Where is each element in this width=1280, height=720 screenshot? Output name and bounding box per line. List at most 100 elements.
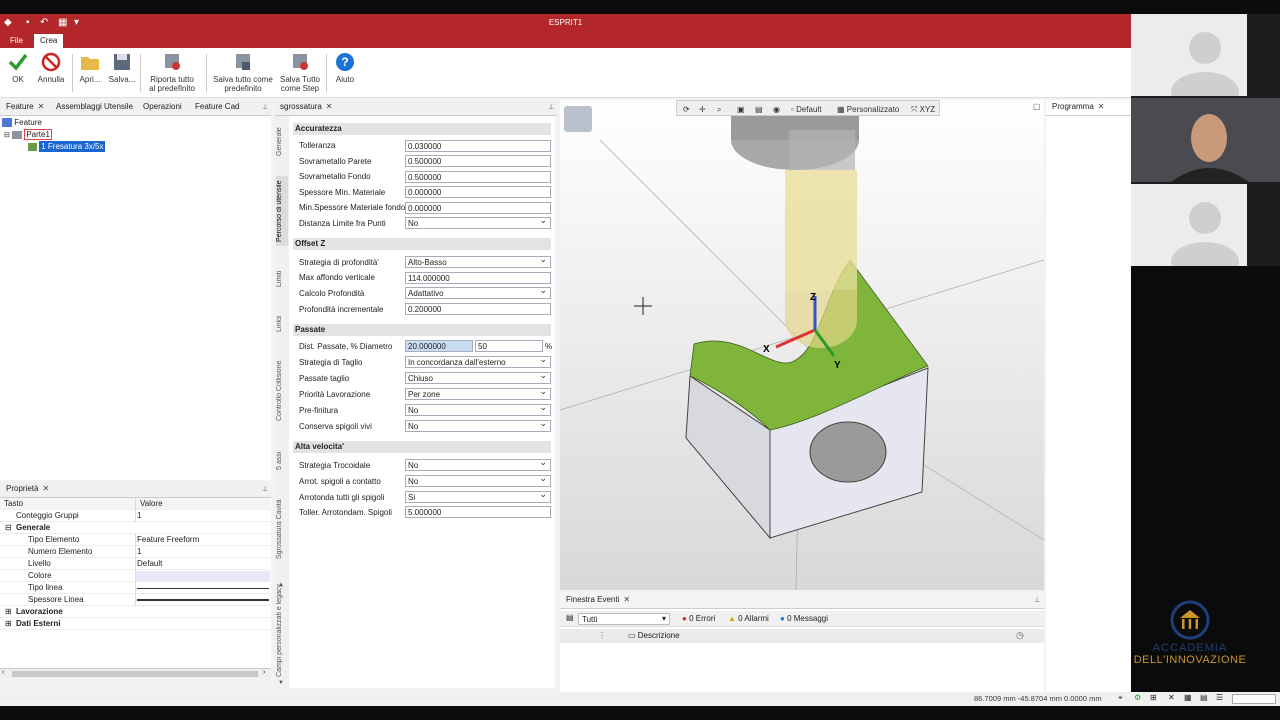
- vtab-5assi[interactable]: 5 assi: [276, 448, 288, 474]
- xyz-button[interactable]: ⤧ XYZ: [911, 105, 935, 115]
- tab-sgrossatura[interactable]: sgrossatura ✕: [280, 102, 333, 111]
- 3d-viewport[interactable]: X Y Z ⟳ ✛ ⌕ ▣ ▤ ◉ ▫ Default ▦ Personaliz…: [560, 100, 1044, 590]
- tolleranza-input[interactable]: 0.030000: [405, 140, 551, 152]
- prop-group[interactable]: ⊞ Lavorazione: [0, 606, 270, 618]
- scroll-down-icon[interactable]: ▼: [278, 680, 284, 686]
- errors-button[interactable]: ● 0 Errori: [682, 614, 715, 623]
- annulla-button[interactable]: Annulla: [36, 52, 66, 84]
- prop-row[interactable]: Conteggio Gruppi 1: [0, 510, 270, 522]
- collapse-icon[interactable]: ⊟: [5, 523, 12, 532]
- collapse-icon[interactable]: ⊟: [4, 132, 10, 139]
- scroll-left-icon[interactable]: ‹: [2, 669, 4, 676]
- tab-operazioni[interactable]: Operazioni: [143, 102, 182, 111]
- passate-taglio-select[interactable]: Chiuso: [405, 370, 551, 384]
- personalizzato-button[interactable]: ▦ Personalizzato: [837, 105, 899, 114]
- prop-row[interactable]: Numero Elemento 1: [0, 546, 270, 558]
- pin-icon[interactable]: ⊥: [548, 103, 554, 111]
- arrot-tutti-select[interactable]: Si: [405, 489, 551, 503]
- tab-assemblaggi[interactable]: Assemblaggi Utensile: [56, 102, 133, 111]
- color-swatch[interactable]: [136, 571, 270, 581]
- vtab-personalizzati[interactable]: Campi personalizzati e legacy: [276, 584, 288, 678]
- strategia-taglio-select[interactable]: In concordanza dall'esterno: [405, 354, 551, 368]
- vtab-limiti[interactable]: Limiti: [276, 266, 288, 292]
- grid-snap-icon[interactable]: ⊞: [1150, 693, 1157, 702]
- vtab-collisione[interactable]: Controllo Collisione: [276, 356, 288, 426]
- events-filter-select[interactable]: Tutti ▾: [578, 613, 670, 625]
- snap-icon[interactable]: ⌖: [1118, 693, 1123, 703]
- salva-come-step-button[interactable]: Salva Tutto come Step: [278, 52, 322, 93]
- prof-incr-input[interactable]: 0.200000: [405, 303, 551, 315]
- prop-row[interactable]: Tipo linea: [0, 582, 270, 594]
- tree-operation[interactable]: 1 Fresatura 3x/5x: [28, 141, 106, 152]
- close-icon[interactable]: ✕: [38, 102, 45, 111]
- zoom-icon[interactable]: ⌕: [717, 105, 721, 115]
- calcolo-prof-select[interactable]: Adattativo: [405, 285, 551, 299]
- tab-finestra-eventi[interactable]: Finestra Eventi ✕: [566, 595, 630, 604]
- description-column[interactable]: ▭ Descrizione: [628, 631, 680, 640]
- close-icon[interactable]: ✕: [42, 484, 49, 493]
- pan-icon[interactable]: ✛: [699, 105, 706, 114]
- grid-icon[interactable]: ▦: [1184, 693, 1192, 702]
- menu-crea[interactable]: Crea: [34, 34, 64, 48]
- menu-file[interactable]: File: [4, 35, 29, 48]
- messages-button[interactable]: ● 0 Messaggi: [780, 614, 828, 623]
- list-icon[interactable]: ☰: [1216, 693, 1223, 702]
- salva-button[interactable]: Salva...: [108, 52, 136, 84]
- spess-min-input[interactable]: 0.000000: [405, 186, 551, 198]
- view-cube-icon[interactable]: [564, 106, 592, 132]
- strategia-prof-select[interactable]: Alto-Basso: [405, 254, 551, 268]
- tree-part[interactable]: ⊟ Parte1: [4, 129, 52, 140]
- conserva-select[interactable]: No: [405, 418, 551, 432]
- close-icon[interactable]: ✕: [623, 595, 630, 604]
- ok-button[interactable]: OK: [6, 52, 30, 84]
- arrot-contatto-select[interactable]: No: [405, 473, 551, 487]
- scroll-thumb[interactable]: [12, 671, 258, 677]
- tab-programma[interactable]: Programma ✕: [1052, 102, 1105, 111]
- prop-row[interactable]: Colore: [0, 570, 270, 582]
- cross-icon[interactable]: ✕: [1168, 693, 1175, 702]
- tab-feature[interactable]: Feature ✕: [6, 102, 44, 111]
- salva-tutto-predefinito-button[interactable]: Salva tutto come predefinito: [210, 52, 276, 93]
- pin-icon[interactable]: ⊥: [1034, 596, 1040, 604]
- riporta-predefinito-button[interactable]: Riporta tutto al predefinito: [144, 52, 200, 93]
- priorita-select[interactable]: Per zone: [405, 386, 551, 400]
- dist-passate-input[interactable]: 20.000000: [405, 340, 473, 352]
- scroll-up-icon[interactable]: ▲: [278, 582, 284, 588]
- prefinitura-select[interactable]: No: [405, 402, 551, 416]
- sovr-fondo-input[interactable]: 0.500000: [405, 171, 551, 183]
- trocoidale-select[interactable]: No: [405, 457, 551, 471]
- maximize-icon[interactable]: ▢: [1033, 102, 1041, 111]
- vtab-percorso[interactable]: Percorso di utensile: [276, 176, 288, 246]
- sovr-parete-input[interactable]: 0.500000: [405, 155, 551, 167]
- expand-icon[interactable]: ⊞: [5, 619, 12, 628]
- close-icon[interactable]: ✕: [1098, 102, 1105, 111]
- view-icon[interactable]: ▤: [755, 105, 763, 114]
- warnings-button[interactable]: ▲ 0 Allarmi: [728, 614, 769, 623]
- vtab-links[interactable]: Links: [276, 312, 288, 336]
- close-icon[interactable]: ✕: [326, 102, 333, 111]
- dist-limite-select[interactable]: No: [405, 215, 551, 229]
- layers-icon[interactable]: ▤: [1200, 693, 1208, 702]
- rotate-icon[interactable]: ⟳: [683, 105, 690, 114]
- scroll-right-icon[interactable]: ›: [263, 669, 265, 676]
- default-view-button[interactable]: ▫ Default: [791, 105, 821, 114]
- prop-row[interactable]: Livello Default: [0, 558, 270, 570]
- zoom-window-icon[interactable]: ▣: [737, 105, 745, 114]
- gear-icon[interactable]: ⚙: [1134, 693, 1141, 702]
- tab-proprieta[interactable]: Proprietà ✕: [6, 484, 49, 493]
- tree-root[interactable]: Feature: [2, 118, 42, 128]
- toller-arrot-input[interactable]: 5.000000: [405, 506, 551, 518]
- apri-button[interactable]: Apri...: [78, 52, 102, 84]
- tab-feature-cad[interactable]: Feature Cad: [195, 102, 239, 111]
- status-dropdown[interactable]: [1232, 694, 1276, 704]
- vtab-cavita[interactable]: Sgrossatura Cavità: [276, 494, 288, 564]
- min-spess-fondo-input[interactable]: 0.000000: [405, 202, 551, 214]
- horizontal-scrollbar[interactable]: ‹ ›: [0, 668, 271, 678]
- prop-row[interactable]: Tipo Elemento Feature Freeform: [0, 534, 270, 546]
- eye-icon[interactable]: ◉: [773, 105, 780, 114]
- aiuto-button[interactable]: ? Aiuto: [332, 52, 358, 84]
- dist-passate-percent-input[interactable]: 50: [475, 340, 543, 352]
- prop-group[interactable]: ⊞ Dati Esterni: [0, 618, 270, 630]
- pin-icon[interactable]: ⊥: [262, 485, 268, 493]
- prop-group[interactable]: ⊟ Generale: [0, 522, 270, 534]
